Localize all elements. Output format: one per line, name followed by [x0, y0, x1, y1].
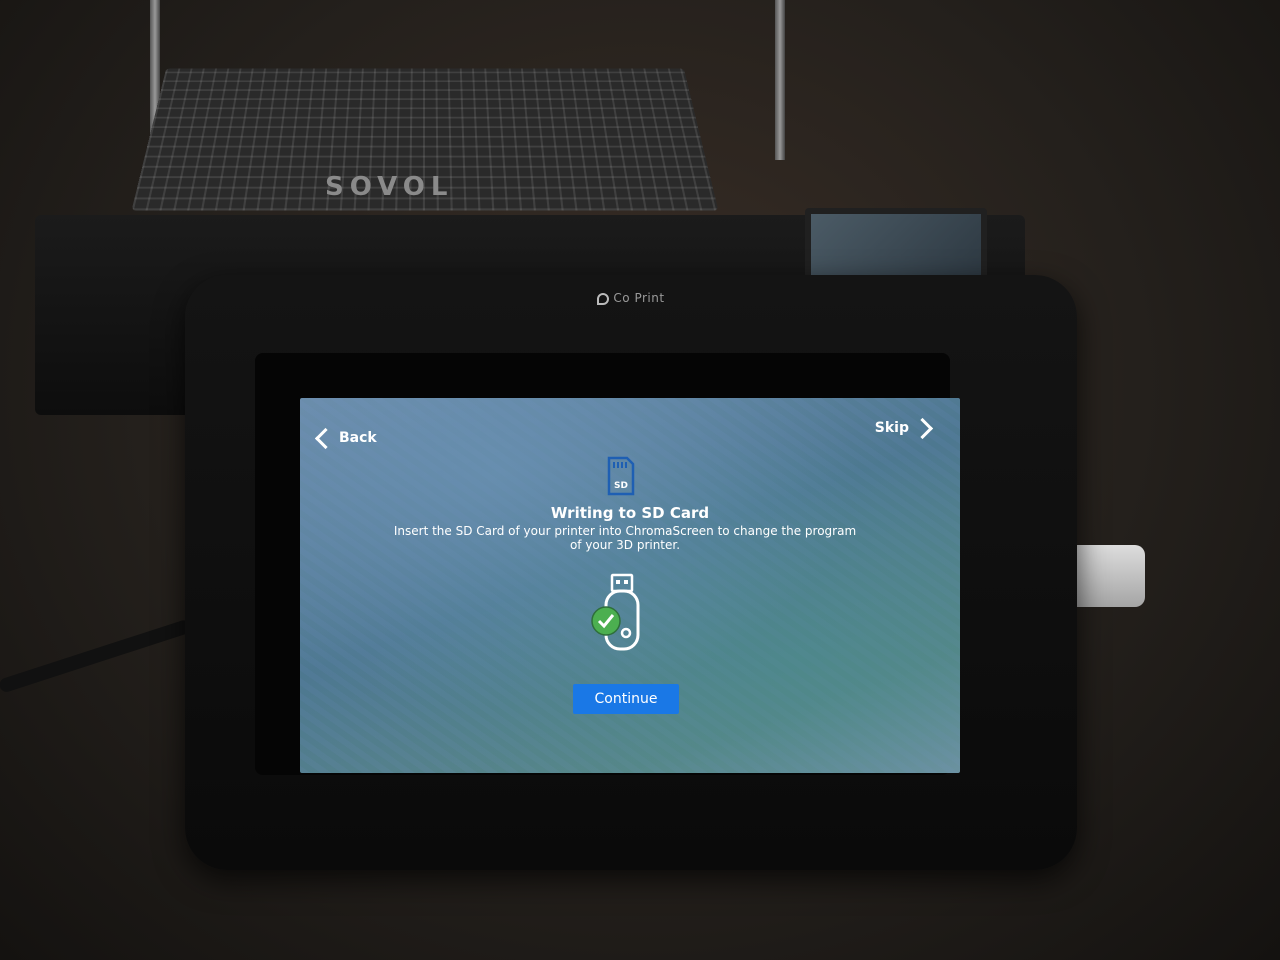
chevron-left-icon	[314, 427, 337, 449]
page-description: Insert the SD Card of your printer into …	[393, 524, 857, 552]
back-button[interactable]: Back	[314, 427, 377, 449]
sd-card-icon: SD	[607, 456, 635, 496]
check-circle-icon	[591, 606, 621, 636]
back-label: Back	[339, 430, 377, 446]
chevron-right-icon	[911, 417, 934, 439]
brand-logo-icon	[597, 293, 610, 305]
sd-card-text: SD	[614, 481, 628, 491]
tablet-brand: Co Print	[185, 291, 1077, 305]
page-title: Writing to SD Card	[550, 504, 710, 522]
continue-button[interactable]: Continue	[573, 684, 679, 714]
skip-button[interactable]: Skip	[874, 417, 934, 439]
skip-label: Skip	[874, 420, 909, 436]
usb-drive-icon	[591, 573, 640, 651]
power-cable	[0, 618, 193, 694]
printer-rail	[775, 0, 785, 160]
setup-screen: Back Skip SD Writing to SD Card Insert t…	[300, 398, 960, 773]
printer-brand-logo: SOVOL	[325, 172, 454, 202]
tablet-brand-label: Co Print	[613, 291, 665, 305]
